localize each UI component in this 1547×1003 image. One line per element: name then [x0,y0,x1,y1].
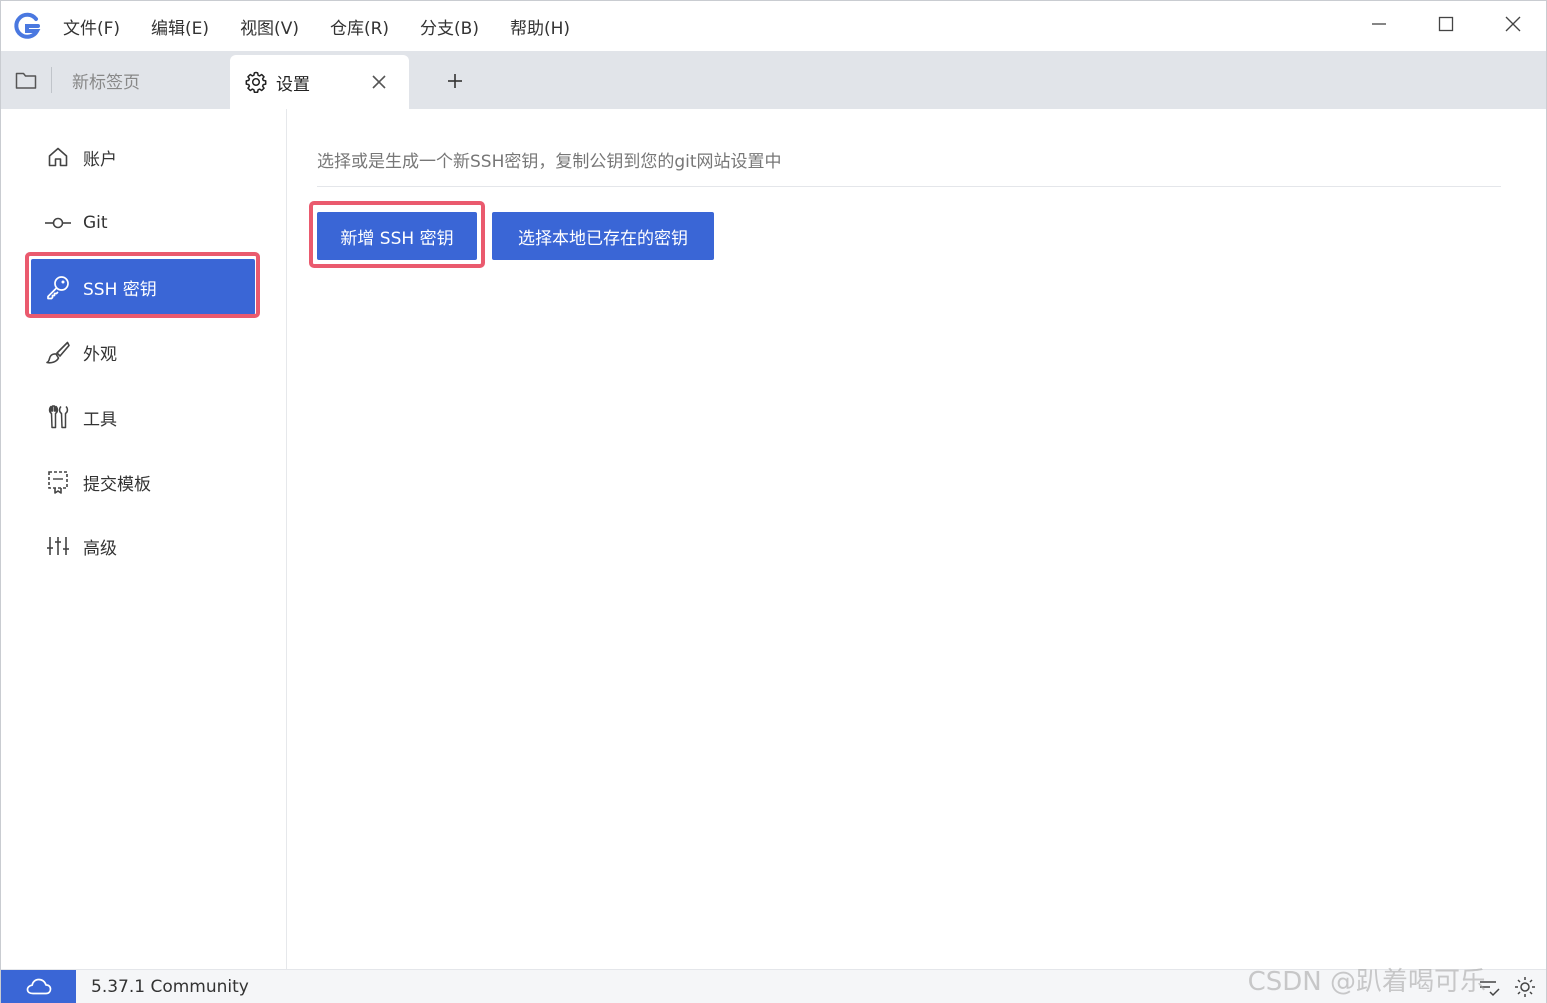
key-icon [45,274,71,300]
ssh-description: 选择或是生成一个新SSH密钥，复制公钥到您的git网站设置中 [317,152,782,172]
maximize-button[interactable] [1412,1,1479,47]
sidebar-item-label: 外观 [83,344,117,365]
git-commit-icon [45,210,71,236]
template-icon [45,469,71,495]
close-icon [372,75,386,89]
menu-bar: 文件(F) 编辑(E) 视图(V) 仓库(R) 分支(B) 帮助(H) [63,14,601,39]
sidebar-item-commit-template[interactable]: 提交模板 [31,454,255,510]
maximize-icon [1438,16,1453,32]
menu-edit[interactable]: 编辑(E) [151,14,209,39]
open-folder-button[interactable] [1,51,51,109]
tab-close-button[interactable] [369,72,389,92]
tab-settings[interactable]: 设置 [230,55,409,109]
close-icon [1505,16,1520,32]
brush-icon [45,339,71,365]
app-window: 文件(F) 编辑(E) 视图(V) 仓库(R) 分支(B) 帮助(H) 新标签页… [0,0,1547,1003]
plus-icon [448,74,462,88]
tools-icon [45,404,71,430]
menu-branch[interactable]: 分支(B) [420,14,479,39]
sidebar-item-label: 提交模板 [83,474,151,495]
sidebar-item-advanced[interactable]: 高级 [31,518,255,574]
folder-icon [15,72,37,89]
minimize-button[interactable] [1345,1,1412,47]
add-tab-button[interactable] [441,67,469,95]
sidebar-item-label: 账户 [83,149,117,170]
layout-toggle-button[interactable] [1478,977,1500,997]
window-controls [1345,1,1546,47]
menu-file[interactable]: 文件(F) [63,14,120,39]
sidebar-item-label: Git [83,213,108,233]
theme-toggle-button[interactable] [1514,976,1536,998]
sidebar-item-label: 高级 [83,538,117,559]
list-check-icon [1480,981,1500,997]
select-existing-key-button[interactable]: 选择本地已存在的密钥 [492,212,714,260]
sidebar-item-label: SSH 密钥 [83,279,157,300]
home-icon [45,144,71,170]
minimize-icon [1371,23,1386,25]
tab-new-tab[interactable]: 新标签页 [52,51,230,109]
sidebar-item-tools[interactable]: 工具 [31,389,255,445]
title-bar: 文件(F) 编辑(E) 视图(V) 仓库(R) 分支(B) 帮助(H) [1,1,1546,51]
sidebar-item-label: 工具 [83,409,117,430]
add-ssh-key-button[interactable]: 新增 SSH 密钥 [317,212,477,260]
gear-icon [245,71,267,93]
menu-repository[interactable]: 仓库(R) [330,14,389,39]
sliders-icon [45,533,71,559]
sidebar-item-account[interactable]: 账户 [31,129,255,185]
menu-view[interactable]: 视图(V) [240,14,299,39]
settings-sidebar: 账户 Git SSH 密钥 外观 工具 提交模板 高级 [1,109,287,969]
cloud-icon [26,978,51,995]
sun-icon [1515,977,1535,997]
divider [317,186,1501,187]
app-logo-icon [9,8,45,44]
status-bar: 5.37.1 Community [1,969,1546,1003]
close-window-button[interactable] [1479,1,1546,47]
sidebar-item-git[interactable]: Git [31,195,255,251]
ssh-key-panel: 选择或是生成一个新SSH密钥，复制公钥到您的git网站设置中 新增 SSH 密钥… [288,109,1546,969]
sidebar-item-ssh-key[interactable]: SSH 密钥 [31,259,255,315]
status-tools [1464,976,1536,998]
sidebar-item-appearance[interactable]: 外观 [31,324,255,380]
menu-help[interactable]: 帮助(H) [510,14,570,39]
cloud-button[interactable] [1,970,76,1003]
tab-settings-label: 设置 [276,74,310,95]
tab-bar: 新标签页 设置 [1,51,1546,109]
version-label: 5.37.1 Community [91,977,249,997]
